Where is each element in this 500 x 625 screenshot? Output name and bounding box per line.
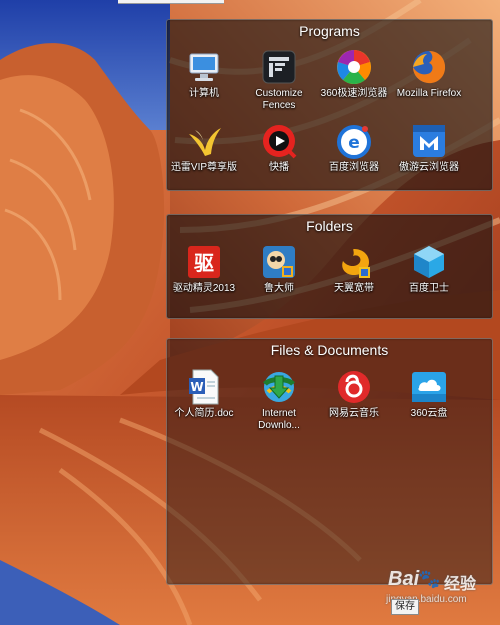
desktop-item-netease-music[interactable]: 网易云音乐 [319, 368, 389, 420]
fence-documents-title[interactable]: Files & Documents [167, 339, 492, 361]
desktop-item-label: Internet Downlo... [258, 408, 300, 431]
tianyi-icon [335, 243, 373, 281]
word-doc-icon: W [185, 368, 223, 406]
desktop-item-label: 个人简历.doc [174, 408, 234, 419]
360-cloud-icon [410, 368, 448, 406]
fence-files-documents[interactable]: Files & Documents W 个人简历.doc Internet Do… [166, 338, 493, 585]
desktop-item-ludashi[interactable]: 鲁大师 [244, 243, 314, 295]
top-window-edge [118, 0, 224, 4]
idm-icon [260, 368, 298, 406]
desktop-item-label: 驱动精灵2013 [172, 283, 236, 294]
baidu-browser-icon: e [335, 122, 373, 160]
desktop-item-label: 天翼宽带 [334, 283, 374, 294]
desktop-item-label: 百度卫士 [409, 283, 449, 294]
desktop-item-baidu-browser[interactable]: e 百度浏览器 [319, 122, 389, 174]
driver-genius-icon: 驱 [185, 243, 223, 281]
paw-icon: 🐾 [418, 569, 441, 589]
fence-folders-title[interactable]: Folders [167, 215, 492, 237]
maxthon-icon [410, 122, 448, 160]
desktop-item-360-cloud[interactable]: 360云盘 [394, 368, 464, 420]
ludashi-icon [260, 243, 298, 281]
watermark-brand: Bai [388, 568, 420, 590]
svg-text:驱: 驱 [194, 251, 214, 275]
baidu-guard-icon [410, 243, 448, 281]
desktop-item-computer[interactable]: 计算机 [169, 48, 239, 100]
desktop-item-idm[interactable]: Internet Downlo... [244, 368, 314, 432]
desktop-item-label: 快播 [269, 162, 289, 173]
desktop-item-label: 傲游云浏览器 [399, 162, 459, 173]
desktop-item-qvod[interactable]: 快播 [244, 122, 314, 174]
computer-icon [185, 48, 223, 86]
fence-folders[interactable]: Folders 驱 驱动精灵2013 鲁大师 天翼宽带 百度卫士 [166, 214, 493, 319]
desktop-item-label: 360极速浏览器 [320, 88, 388, 99]
firefox-icon [410, 48, 448, 86]
desktop-item-baidu-guard[interactable]: 百度卫士 [394, 243, 464, 295]
desktop-item-label: 鲁大师 [264, 283, 294, 294]
desktop-item-maxthon[interactable]: 傲游云浏览器 [394, 122, 464, 174]
svg-text:W: W [190, 380, 203, 394]
desktop-item-thunder[interactable]: 迅雷VIP尊享版 [169, 122, 239, 174]
desktop-item-label: 迅雷VIP尊享版 [170, 162, 238, 173]
netease-music-icon [335, 368, 373, 406]
thunder-icon [185, 122, 223, 160]
qvod-icon [260, 122, 298, 160]
desktop-item-customize-fences[interactable]: Customize Fences [244, 48, 314, 112]
desktop-item-label: 计算机 [189, 88, 219, 99]
desktop-item-tianyi[interactable]: 天翼宽带 [319, 243, 389, 295]
svg-text:e: e [348, 133, 360, 153]
watermark-suffix: 经验 [444, 576, 477, 593]
desktop-item-label: Mozilla Firefox [396, 88, 462, 99]
desktop-item-label: 网易云音乐 [329, 408, 379, 419]
save-tooltip-badge[interactable]: 保存 [391, 599, 419, 615]
desktop-item-label: 百度浏览器 [329, 162, 379, 173]
desktop-item-label: 360云盘 [410, 408, 448, 419]
desktop-item-label: Customize Fences [255, 88, 303, 111]
fence-programs[interactable]: Programs 计算机 Customize Fences 360极速浏览器 M… [166, 19, 493, 191]
360-chrome-icon [335, 48, 373, 86]
desktop-item-360-chrome[interactable]: 360极速浏览器 [319, 48, 389, 100]
desktop-item-driver-genius[interactable]: 驱 驱动精灵2013 [169, 243, 239, 295]
desktop-item-resume-doc[interactable]: W 个人简历.doc [169, 368, 239, 420]
fences-icon [260, 48, 298, 86]
fence-programs-title[interactable]: Programs [167, 20, 492, 42]
desktop-item-firefox[interactable]: Mozilla Firefox [394, 48, 464, 100]
